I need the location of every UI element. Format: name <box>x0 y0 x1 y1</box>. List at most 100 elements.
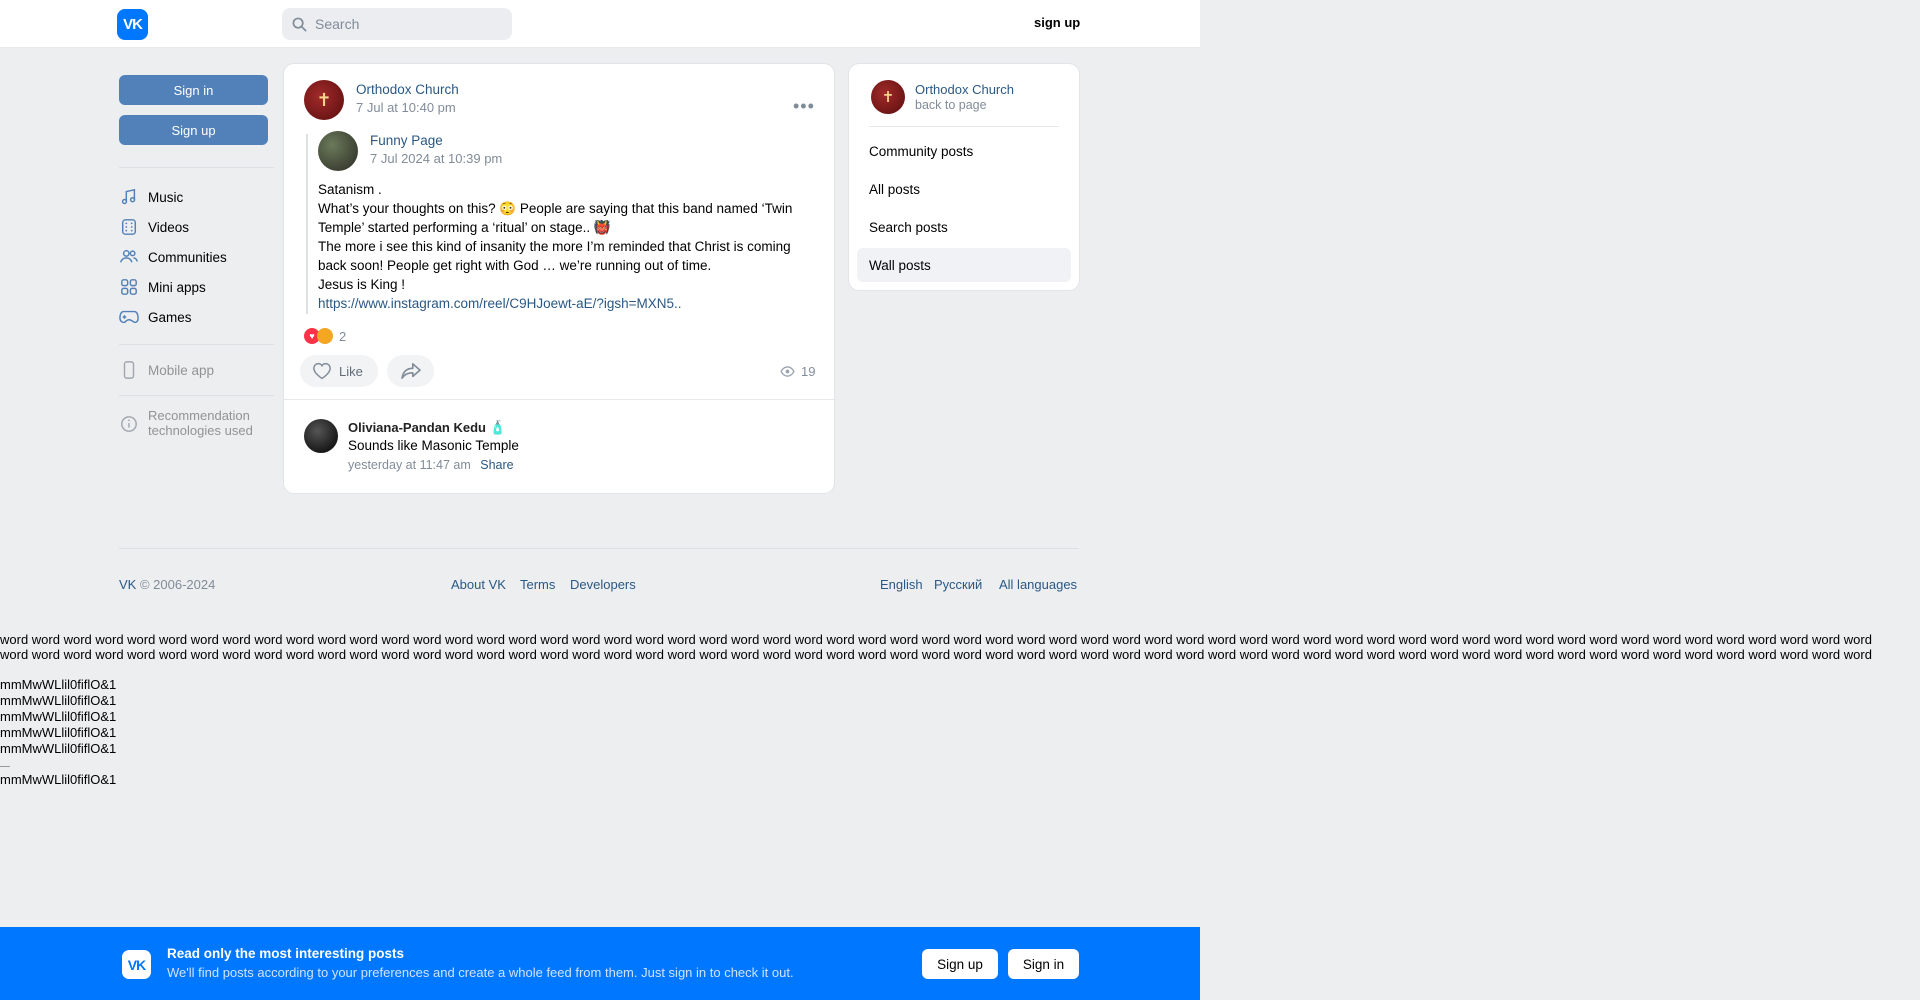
like-label: Like <box>339 363 363 379</box>
footer-terms-link[interactable]: Terms <box>520 577 555 592</box>
filler-mm-line: mmMwWLlil0fiflO&1 <box>0 709 117 724</box>
filler-word-line: word word word word word word word word … <box>0 647 1872 662</box>
reactions[interactable]: ♥ 2 <box>304 328 346 344</box>
gamepad-icon <box>119 307 139 327</box>
footer-about-link[interactable]: About VK <box>451 577 506 592</box>
like-button[interactable]: Like <box>300 355 378 387</box>
footer-copyright: VK © 2006-2024 <box>119 577 216 592</box>
heart-icon <box>313 362 331 380</box>
filler-mm-line: mmMwWLlil0fiflO&1 <box>0 693 117 708</box>
header-signup-link[interactable]: sign up <box>1034 15 1080 30</box>
filler-word-line: word word word word word word word word … <box>0 632 1872 647</box>
card-divider <box>284 399 834 400</box>
back-to-page-link[interactable]: back to page <box>915 98 987 112</box>
post-link[interactable]: https://www.instagram.com/reel/C9HJoewt-… <box>318 296 682 311</box>
search-input[interactable]: Search <box>282 8 512 40</box>
post-card: ✝ Orthodox Church 7 Jul at 10:40 pm ••• … <box>284 64 834 493</box>
panel-divider <box>869 126 1059 127</box>
footer-divider <box>119 548 1079 549</box>
filler-words: word word word word word word word word … <box>0 632 1920 662</box>
footer-russian-link[interactable]: Русский <box>934 577 982 592</box>
post-line: What’s your thoughts on this? 😳 People a… <box>318 201 793 216</box>
recommendation-line2: technologies used <box>148 423 253 438</box>
sidebar-item-label: Recommendation technologies used <box>148 408 253 438</box>
top-bar: VK Search sign up <box>0 0 1200 48</box>
sidebar-item-mobile-app[interactable]: Mobile app <box>119 357 214 383</box>
sidebar-item-mini-apps[interactable]: Mini apps <box>119 274 206 300</box>
music-icon <box>119 187 139 207</box>
angry-reaction-icon <box>317 328 333 344</box>
banner-vk-logo: VK <box>122 950 151 979</box>
sidebar-item-recommendation[interactable]: Recommendation technologies used <box>119 408 253 442</box>
filler-mm-line: mmMwWLlil0fiflO&1 <box>0 725 117 740</box>
panel-item-community-posts[interactable]: Community posts <box>857 134 1071 168</box>
reaction-count: 2 <box>339 328 347 344</box>
nav-divider <box>119 395 274 396</box>
post-text: Satanism . What’s your thoughts on this?… <box>318 180 818 313</box>
sidebar-item-music[interactable]: Music <box>119 184 183 210</box>
sidebar-item-label: Videos <box>148 219 190 235</box>
repost-author-link[interactable]: Funny Page <box>370 133 443 148</box>
footer-all-languages-link[interactable]: All languages <box>999 577 1077 592</box>
comment-author-name: Oliviana-Pandan Kedu <box>348 420 486 435</box>
banner-title: Read only the most interesting posts <box>167 946 405 961</box>
panel-item-wall-posts[interactable]: Wall posts <box>857 248 1071 282</box>
footer-english-link[interactable]: English <box>880 577 923 592</box>
post-line: Temple’ started performing a ‘ritual’ on… <box>318 220 611 235</box>
sidebar-item-label: Communities <box>148 249 227 265</box>
community-name-link[interactable]: Orthodox Church <box>915 82 1014 97</box>
panel-item-all-posts[interactable]: All posts <box>857 172 1071 206</box>
banner-signin-button[interactable]: Sign in <box>1008 949 1079 979</box>
sidebar-item-games[interactable]: Games <box>119 304 192 330</box>
sidebar-item-label: Games <box>148 309 192 325</box>
sidebar-item-videos[interactable]: Videos <box>119 214 189 240</box>
comment-meta: yesterday at 11:47 am Share <box>348 458 514 472</box>
post-line: back soon! People get right with God … w… <box>318 258 712 273</box>
video-icon <box>119 217 139 237</box>
eye-icon <box>780 366 795 377</box>
filler-rule <box>0 766 10 767</box>
signup-button[interactable]: Sign up <box>119 115 268 145</box>
banner-subtitle: We'll find posts according to your prefe… <box>167 965 794 980</box>
comment-time[interactable]: yesterday at 11:47 am <box>348 458 471 472</box>
sidebar-item-label: Mobile app <box>148 362 215 378</box>
comment-share-link[interactable]: Share <box>480 458 513 472</box>
post-date[interactable]: 7 Jul at 10:40 pm <box>356 100 456 115</box>
sidebar-item-communities[interactable]: Communities <box>119 244 227 270</box>
info-icon <box>119 414 139 434</box>
phone-icon <box>119 360 139 380</box>
repost-avatar[interactable] <box>318 131 358 171</box>
nav-divider <box>119 344 274 345</box>
comment-author[interactable]: Oliviana-Pandan Kedu 🧴 <box>348 420 506 436</box>
share-button[interactable] <box>387 355 434 387</box>
repost-date[interactable]: 7 Jul 2024 at 10:39 pm <box>370 151 502 166</box>
post-author-link[interactable]: Orthodox Church <box>356 82 459 97</box>
community-side-panel: ✝ Orthodox Church back to page Community… <box>849 64 1079 290</box>
signin-button[interactable]: Sign in <box>119 75 268 105</box>
community-avatar-small[interactable]: ✝ <box>871 80 905 114</box>
nav-divider <box>119 167 274 168</box>
users-icon <box>119 247 139 267</box>
community-avatar[interactable]: ✝ <box>304 80 344 120</box>
apps-icon <box>119 277 139 297</box>
vk-logo[interactable]: VK <box>117 9 148 40</box>
search-icon <box>292 17 307 31</box>
sidebar-item-label: Music <box>148 189 184 205</box>
post-line: Jesus is King ! <box>318 277 406 292</box>
filler-mm-line: mmMwWLlil0fiflO&1 <box>0 741 117 756</box>
views-number: 19 <box>801 364 816 379</box>
comment-text: Sounds like Masonic Temple <box>348 438 519 453</box>
repost-bar <box>306 134 308 314</box>
panel-item-search-posts[interactable]: Search posts <box>857 210 1071 244</box>
comment-avatar[interactable] <box>304 419 338 453</box>
bottle-emoji-icon: 🧴 <box>489 420 506 435</box>
sidebar-item-label: Mini apps <box>148 279 206 295</box>
post-line: The more i see this kind of insanity the… <box>318 239 791 254</box>
filler-mm-line: mmMwWLlil0fiflO&1 <box>0 772 117 787</box>
share-icon <box>400 362 421 380</box>
banner-signup-button[interactable]: Sign up <box>922 949 998 979</box>
footer-developers-link[interactable]: Developers <box>570 577 636 592</box>
filler-mm-line: mmMwWLlil0fiflO&1 <box>0 677 117 692</box>
search-placeholder: Search <box>315 16 360 32</box>
more-options-icon[interactable]: ••• <box>793 96 815 117</box>
